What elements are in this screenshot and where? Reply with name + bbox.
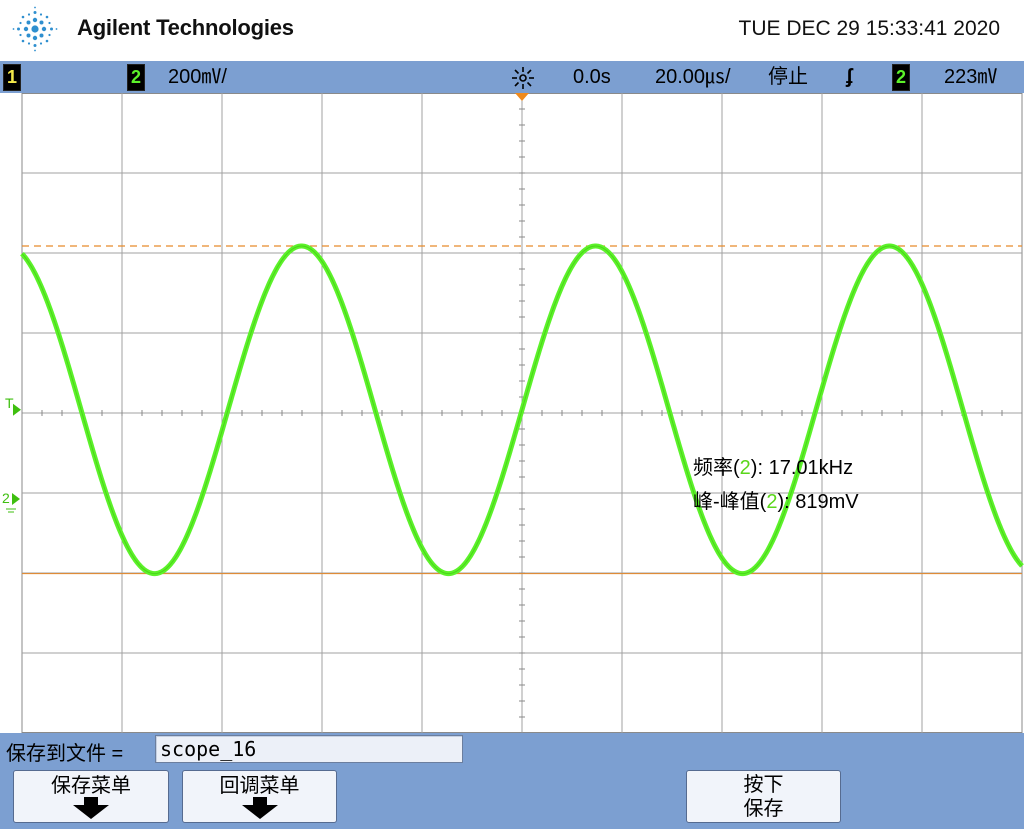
trigger-level: 223㎷	[944, 66, 998, 88]
softkey-bar: 保存菜单 回调菜单 按下 保存	[0, 768, 1024, 829]
sun-star-icon	[512, 67, 534, 89]
vpp-value: ): 819mV	[777, 491, 859, 513]
freq-label: 频率(	[693, 457, 740, 479]
vpp-channel: 2	[766, 491, 778, 513]
trigger-edge-icon: ʄ	[846, 66, 853, 88]
save-to-file-label: 保存到文件 =	[6, 743, 124, 765]
press-line-1: 按下	[743, 774, 784, 796]
freq-value: ): 17.01kHz	[750, 457, 854, 479]
down-arrow-icon	[73, 797, 109, 819]
recall-menu-button[interactable]: 回调菜单	[182, 770, 337, 823]
waveform-graticule: T2	[2, 93, 1024, 733]
down-arrow-icon	[241, 797, 278, 819]
channel-1-button[interactable]: 1	[3, 64, 21, 91]
trigger-channel: 2	[892, 64, 910, 91]
trigger-level-arrow	[13, 403, 21, 416]
run-state: 停止	[768, 66, 808, 88]
save-menu-button[interactable]: 保存菜单	[13, 770, 169, 823]
channel-2-ground-arrow	[12, 493, 20, 505]
ch2-scale: 200㎷/	[168, 66, 227, 88]
timebase: 20.00㎲/	[655, 66, 731, 88]
frequency-measurement: 频率(2): 17.01kHz	[693, 451, 853, 480]
press-line-2: 保存	[743, 798, 784, 820]
trigger-level-marker: T	[5, 395, 14, 411]
datetime: TUE DEC 29 15:33:41 2020	[738, 17, 1001, 40]
agilent-logo-icon	[12, 6, 58, 52]
save-menu-label: 保存菜单	[51, 775, 131, 797]
vpp-measurement: 峰-峰值(2): 819mV	[693, 485, 859, 514]
brand-name: Agilent Technologies	[77, 15, 294, 40]
vpp-label: 峰-峰值(	[693, 491, 767, 513]
press-to-save-button[interactable]: 按下 保存	[686, 770, 841, 823]
channel-2-ground-marker: 2	[2, 490, 10, 506]
delay: 0.0s	[573, 66, 611, 88]
waveform-display[interactable]: T2 频率(2): 17.01kHz 峰-峰值(2): 819mV	[0, 93, 1024, 733]
header: Agilent Technologies TUE DEC 29 15:33:41…	[0, 0, 1024, 60]
freq-channel: 2	[739, 457, 751, 479]
save-bar: 保存到文件 = scope_16	[0, 733, 1024, 768]
filename-field[interactable]: scope_16	[155, 735, 463, 763]
channel-2-button[interactable]: 2	[127, 64, 145, 91]
recall-menu-label: 回调菜单	[219, 775, 300, 797]
status-bar: 1 2 200㎷/ 0.0s 20.00㎲/ 停止 ʄ 2 223㎷	[0, 61, 1024, 93]
